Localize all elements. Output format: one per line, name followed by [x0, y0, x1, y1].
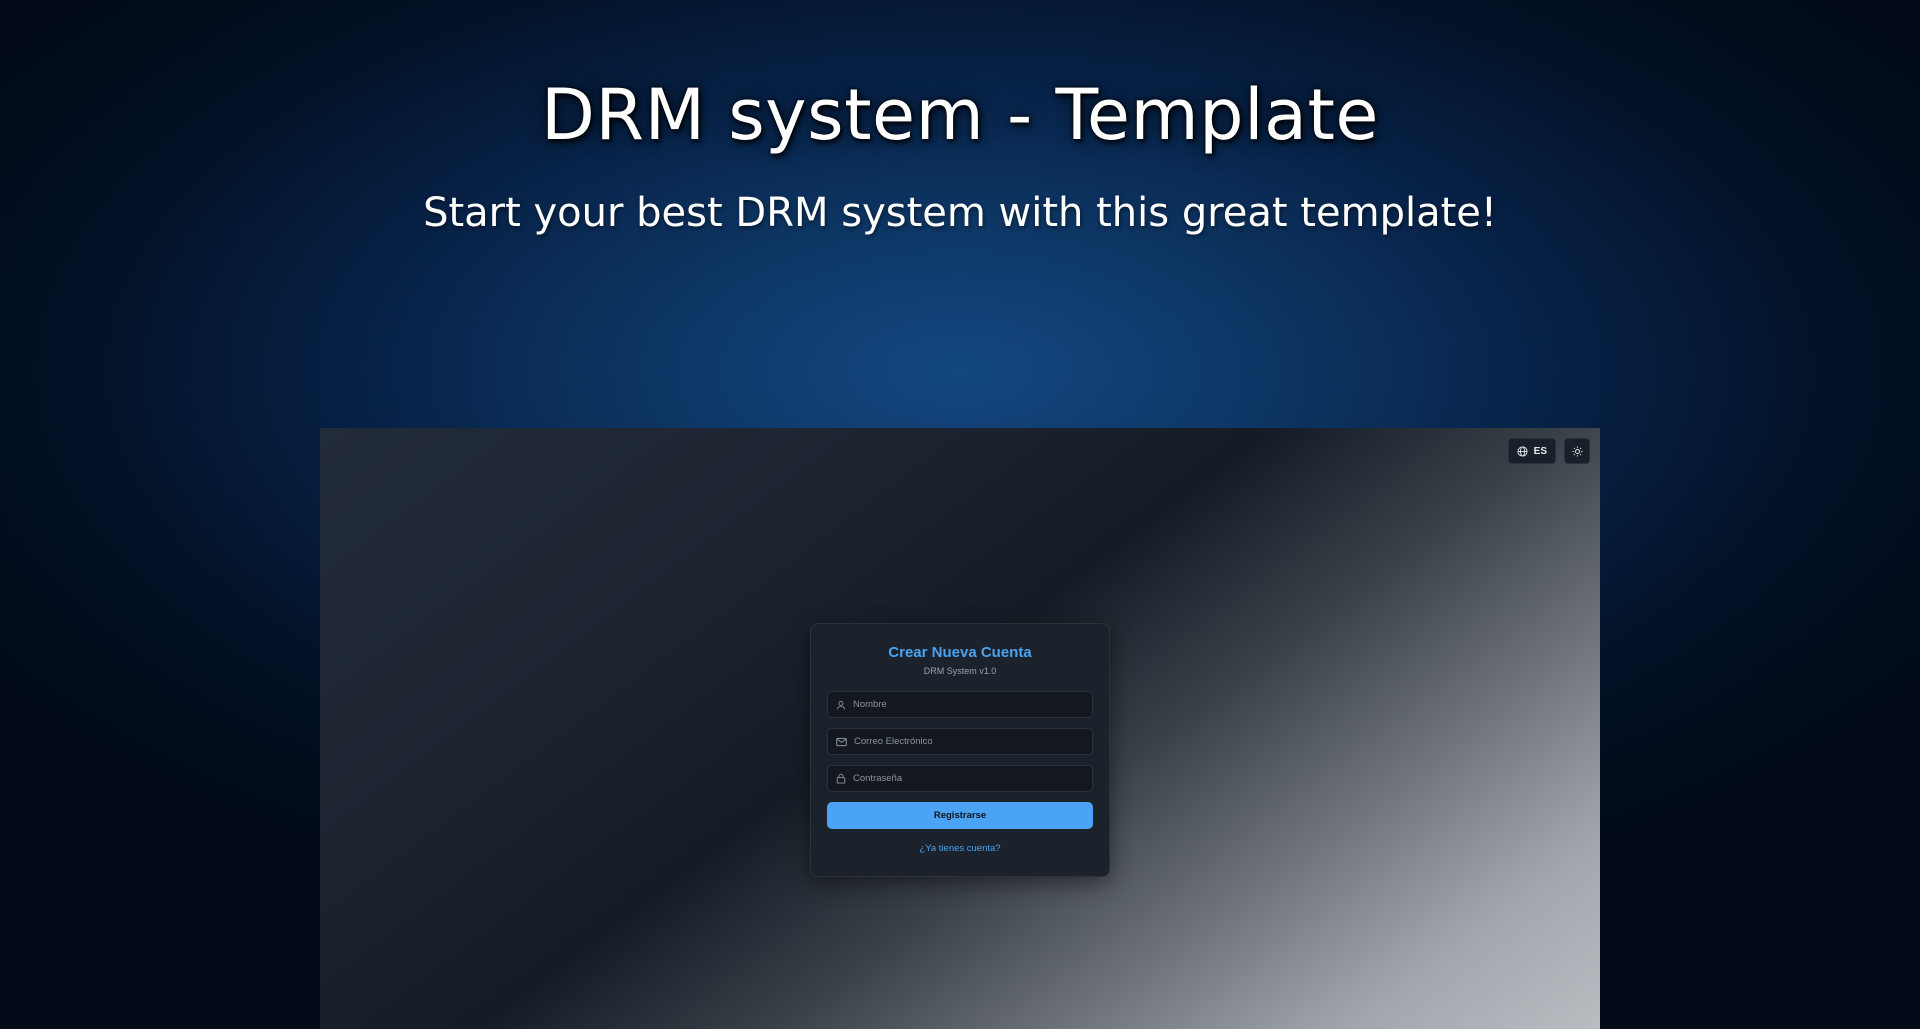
login-link[interactable]: ¿Ya tienes cuenta?	[827, 843, 1093, 854]
email-input[interactable]	[854, 736, 1084, 747]
globe-icon	[1517, 445, 1528, 457]
version-label: DRM System v1.0	[923, 666, 997, 676]
app-preview: ES Crear Nueva Cuenta DRM System v1.0 No…	[320, 428, 1600, 1029]
password-field[interactable]	[827, 765, 1093, 792]
language-toggle-button[interactable]: ES	[1507, 438, 1556, 464]
hero-subtitle: Start your best DRM system with this gre…	[423, 190, 1497, 236]
register-button[interactable]: Registrarse	[827, 802, 1093, 829]
lock-icon	[836, 773, 846, 784]
register-form	[827, 691, 1093, 792]
sun-icon	[1571, 445, 1583, 457]
theme-toggle-button[interactable]	[1564, 438, 1590, 464]
mail-icon	[836, 737, 847, 747]
language-label: ES	[1533, 445, 1547, 457]
user-icon	[836, 700, 846, 710]
preview-controls: ES	[1507, 438, 1590, 464]
password-input[interactable]	[853, 773, 1084, 784]
hero-title: DRM system - Template	[541, 74, 1379, 156]
card-title: Crear Nueva Cuenta	[888, 644, 1032, 661]
email-field[interactable]	[827, 728, 1093, 755]
name-input[interactable]	[853, 699, 1084, 710]
register-card: Crear Nueva Cuenta DRM System v1.0 Nombr…	[810, 623, 1110, 877]
name-field[interactable]	[827, 691, 1093, 718]
